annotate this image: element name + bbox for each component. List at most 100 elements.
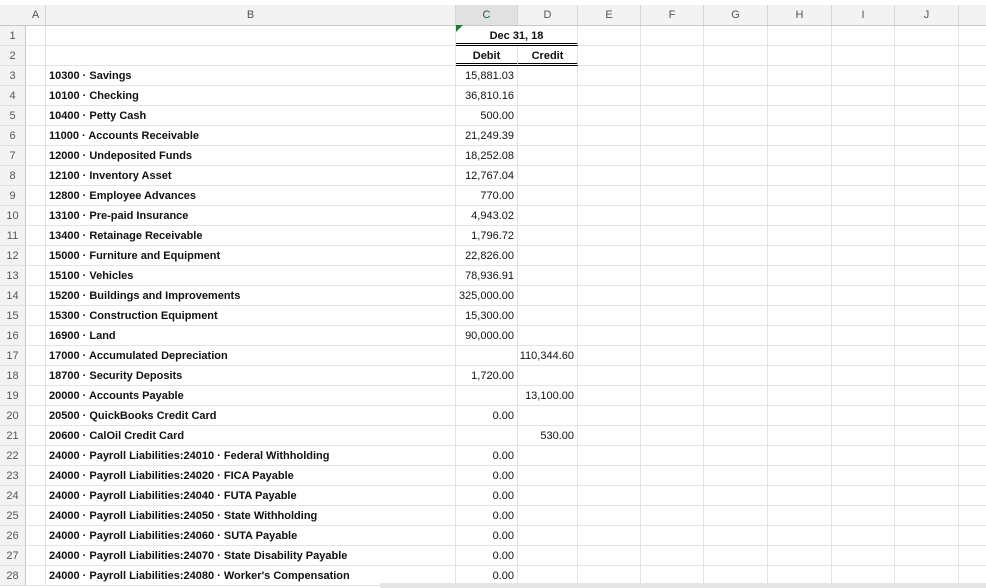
empty-cell[interactable] <box>641 106 704 126</box>
account-name-cell[interactable]: 24000 · Payroll Liabilities:24050 · Stat… <box>46 506 456 526</box>
row-header[interactable]: 23 <box>0 466 26 486</box>
empty-cell[interactable] <box>704 186 768 206</box>
empty-cell[interactable] <box>832 106 895 126</box>
credit-header-cell[interactable]: Credit <box>518 46 578 66</box>
column-header-h[interactable]: H <box>768 5 832 25</box>
row-header[interactable]: 12 <box>0 246 26 266</box>
credit-cell[interactable] <box>518 486 578 506</box>
empty-cell[interactable] <box>704 246 768 266</box>
account-name-cell[interactable]: 17000 · Accumulated Depreciation <box>46 346 456 366</box>
cell-a[interactable] <box>26 86 46 106</box>
empty-cell[interactable] <box>768 386 832 406</box>
debit-cell[interactable]: 22,826.00 <box>456 246 518 266</box>
empty-cell[interactable] <box>959 86 986 106</box>
empty-cell[interactable] <box>895 326 959 346</box>
account-name-cell[interactable] <box>46 26 456 46</box>
empty-cell[interactable] <box>959 306 986 326</box>
empty-cell[interactable] <box>641 466 704 486</box>
empty-cell[interactable] <box>959 26 986 46</box>
row-header[interactable]: 9 <box>0 186 26 206</box>
empty-cell[interactable] <box>641 546 704 566</box>
credit-cell[interactable] <box>518 226 578 246</box>
account-name-cell[interactable]: 20600 · CalOil Credit Card <box>46 426 456 446</box>
debit-cell[interactable]: 0.00 <box>456 546 518 566</box>
empty-cell[interactable] <box>959 506 986 526</box>
debit-cell[interactable]: 0.00 <box>456 486 518 506</box>
debit-cell[interactable]: 18,252.08 <box>456 146 518 166</box>
debit-cell[interactable]: 0.00 <box>456 446 518 466</box>
empty-cell[interactable] <box>832 246 895 266</box>
column-header-i[interactable]: I <box>832 5 895 25</box>
empty-cell[interactable] <box>895 406 959 426</box>
empty-cell[interactable] <box>959 366 986 386</box>
empty-cell[interactable] <box>578 546 641 566</box>
credit-cell[interactable]: 110,344.60 <box>518 346 578 366</box>
row-header[interactable]: 28 <box>0 566 26 586</box>
empty-cell[interactable] <box>832 546 895 566</box>
account-name-cell[interactable]: 13100 · Pre-paid Insurance <box>46 206 456 226</box>
empty-cell[interactable] <box>768 446 832 466</box>
empty-cell[interactable] <box>959 146 986 166</box>
empty-cell[interactable] <box>578 166 641 186</box>
empty-cell[interactable] <box>959 406 986 426</box>
empty-cell[interactable] <box>578 506 641 526</box>
account-name-cell[interactable]: 16900 · Land <box>46 326 456 346</box>
empty-cell[interactable] <box>959 166 986 186</box>
empty-cell[interactable] <box>641 226 704 246</box>
empty-cell[interactable] <box>959 106 986 126</box>
empty-cell[interactable] <box>832 206 895 226</box>
account-name-cell[interactable]: 15300 · Construction Equipment <box>46 306 456 326</box>
debit-cell[interactable]: 0.00 <box>456 406 518 426</box>
column-header-g[interactable]: G <box>704 5 768 25</box>
empty-cell[interactable] <box>832 466 895 486</box>
account-name-cell[interactable]: 18700 · Security Deposits <box>46 366 456 386</box>
cell-a[interactable] <box>26 506 46 526</box>
cell-a[interactable] <box>26 266 46 286</box>
row-header[interactable]: 8 <box>0 166 26 186</box>
account-name-cell[interactable]: 10100 · Checking <box>46 86 456 106</box>
empty-cell[interactable] <box>768 526 832 546</box>
row-header[interactable]: 10 <box>0 206 26 226</box>
empty-cell[interactable] <box>959 266 986 286</box>
empty-cell[interactable] <box>895 386 959 406</box>
empty-cell[interactable] <box>704 306 768 326</box>
column-header-a[interactable]: A <box>26 5 46 25</box>
empty-cell[interactable] <box>704 526 768 546</box>
empty-cell[interactable] <box>832 486 895 506</box>
cell-a[interactable] <box>26 406 46 426</box>
empty-cell[interactable] <box>704 406 768 426</box>
row-header[interactable]: 17 <box>0 346 26 366</box>
credit-cell[interactable] <box>518 286 578 306</box>
row-header[interactable]: 14 <box>0 286 26 306</box>
empty-cell[interactable] <box>704 446 768 466</box>
empty-cell[interactable] <box>959 246 986 266</box>
row-header[interactable]: 21 <box>0 426 26 446</box>
empty-cell[interactable] <box>641 366 704 386</box>
empty-cell[interactable] <box>641 246 704 266</box>
empty-cell[interactable] <box>578 46 641 66</box>
credit-cell[interactable] <box>518 166 578 186</box>
empty-cell[interactable] <box>832 446 895 466</box>
empty-cell[interactable] <box>578 146 641 166</box>
debit-cell[interactable] <box>456 426 518 446</box>
empty-cell[interactable] <box>959 346 986 366</box>
empty-cell[interactable] <box>832 146 895 166</box>
empty-cell[interactable] <box>641 326 704 346</box>
empty-cell[interactable] <box>895 466 959 486</box>
account-name-cell[interactable]: 24000 · Payroll Liabilities:24020 · FICA… <box>46 466 456 486</box>
empty-cell[interactable] <box>768 326 832 346</box>
empty-cell[interactable] <box>641 86 704 106</box>
credit-cell[interactable] <box>518 246 578 266</box>
empty-cell[interactable] <box>768 266 832 286</box>
credit-cell[interactable] <box>518 446 578 466</box>
credit-cell[interactable] <box>518 546 578 566</box>
empty-cell[interactable] <box>704 486 768 506</box>
empty-cell[interactable] <box>832 306 895 326</box>
empty-cell[interactable] <box>704 286 768 306</box>
cell-a[interactable] <box>26 486 46 506</box>
empty-cell[interactable] <box>704 146 768 166</box>
account-name-cell[interactable]: 20500 · QuickBooks Credit Card <box>46 406 456 426</box>
empty-cell[interactable] <box>641 126 704 146</box>
cell-a[interactable] <box>26 246 46 266</box>
period-header-cell[interactable]: Dec 31, 18 <box>456 26 578 46</box>
